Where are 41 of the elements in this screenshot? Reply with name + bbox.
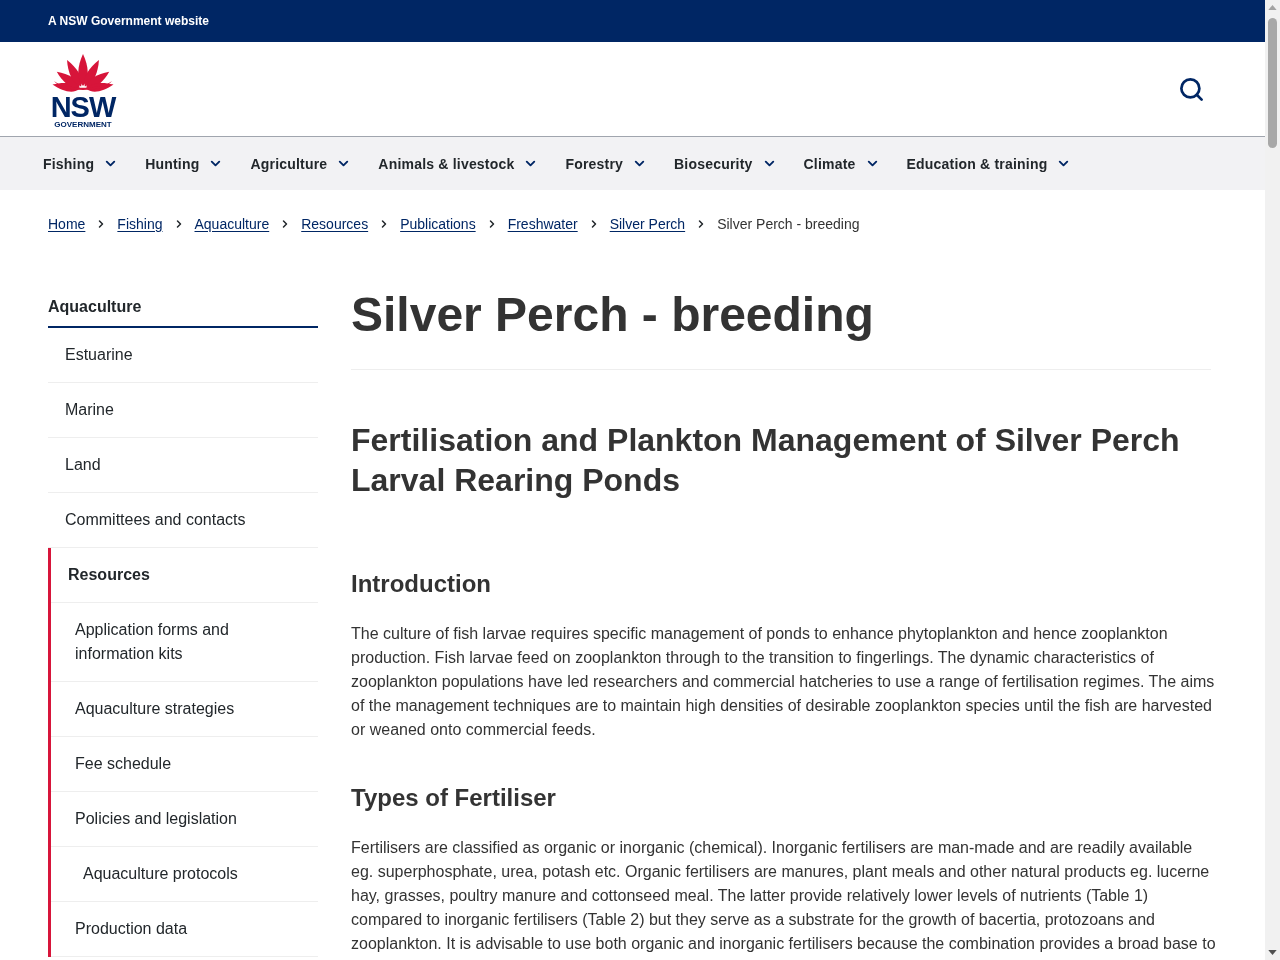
nav-menu-button[interactable]: Education & training — [906, 155, 1072, 172]
sidebar-link[interactable]: Land — [48, 438, 318, 493]
masthead-text: A NSW Government website — [48, 14, 209, 28]
sidebar-link[interactable]: Production data — [51, 902, 318, 957]
sidebar-link[interactable]: Aquaculture protocols — [51, 847, 318, 902]
breadcrumb-link[interactable]: Home — [48, 216, 86, 232]
nav-menu-button[interactable]: Hunting — [145, 155, 224, 172]
page-title: Silver Perch - breeding — [351, 287, 875, 343]
scrollbar-thumb[interactable] — [1268, 18, 1277, 148]
breadcrumb-link[interactable]: Publications — [400, 216, 476, 232]
nav-menu-button[interactable]: Climate — [803, 155, 880, 172]
sidebar-link[interactable]: Marine — [48, 383, 318, 438]
breadcrumb-link[interactable]: Freshwater — [507, 216, 578, 232]
body-paragraph: The culture of fish larvae requires specific management of ponds to enhance phytoplankton and hence zooplankton production. Fish larvae feed on zooplankton through to the transition to fingerlings. The dynamic characteristics of zooplankton populations have led researchers and commercial hatcheries to use a range of fertilisation regimes. The aims of the management techniques are to maintain high densities of desirable zooplankton species until the fish are harvested or weaned onto commercial feeds. — [351, 624, 1216, 740]
nav-menu-button[interactable]: Animals & livestock — [378, 155, 539, 172]
sidebar-link[interactable]: Committees and contacts — [48, 493, 318, 548]
sidebar-link[interactable]: Aquaculture strategies — [51, 682, 318, 737]
section-heading: Introduction — [351, 569, 492, 599]
search-button[interactable] — [1178, 75, 1205, 103]
nav-menu-button[interactable]: Forestry — [565, 155, 648, 172]
nav-menu-button[interactable]: Agriculture — [250, 155, 352, 172]
sidebar-heading[interactable]: Aquaculture — [48, 286, 318, 328]
scroll-down-arrow-icon[interactable] — [1268, 950, 1277, 955]
breadcrumb-current: Silver Perch - breeding — [717, 216, 860, 232]
sidebar-link[interactable]: Application forms and information kits — [51, 603, 318, 682]
breadcrumb-link[interactable]: Silver Perch — [609, 216, 686, 232]
breadcrumb-link[interactable]: Aquaculture — [194, 216, 270, 232]
sidebar-link[interactable]: Resources — [51, 548, 318, 603]
sidebar-link[interactable]: Policies and legislation — [51, 792, 318, 847]
logo-wordmark[interactable]: NSW — [50, 94, 116, 120]
article-heading: Fertilisation and Plankton Management of Silver Perch Larval Rearing Ponds — [351, 421, 1181, 500]
sidebar-link[interactable]: Estuarine — [48, 328, 318, 383]
nav-menu-button[interactable]: Fishing — [43, 155, 119, 172]
body-paragraph: Fertilisers are classified as organic or inorganic (chemical). Inorganic fertilisers are man-made and are readily available eg. superphosphate, urea, potash etc. Organic fertilisers are manures, plant meals and other natural products eg. lucerne hay, grasses, poultry manure and cottonseed meal. The latter provide relatively lower levels of nutrients (Table 1) compared to inorganic fertilisers (Table 2) but they serve as a substrate for the growth of bacertia, protozoans and zooplankton. It is advisable to use both organic and inorganic fertilisers because the combination provides a broad base to — [351, 838, 1217, 954]
section-heading: Types of Fertiliser — [351, 783, 557, 813]
breadcrumb-link[interactable]: Resources — [301, 216, 369, 232]
logo-subtitle[interactable]: GOVERNMENT — [54, 120, 112, 129]
sidebar-link[interactable]: Fee schedule — [51, 737, 318, 792]
search-icon — [1178, 75, 1205, 103]
nav-menu-button[interactable]: Biosecurity — [674, 155, 777, 172]
breadcrumb-link[interactable]: Fishing — [117, 216, 163, 232]
